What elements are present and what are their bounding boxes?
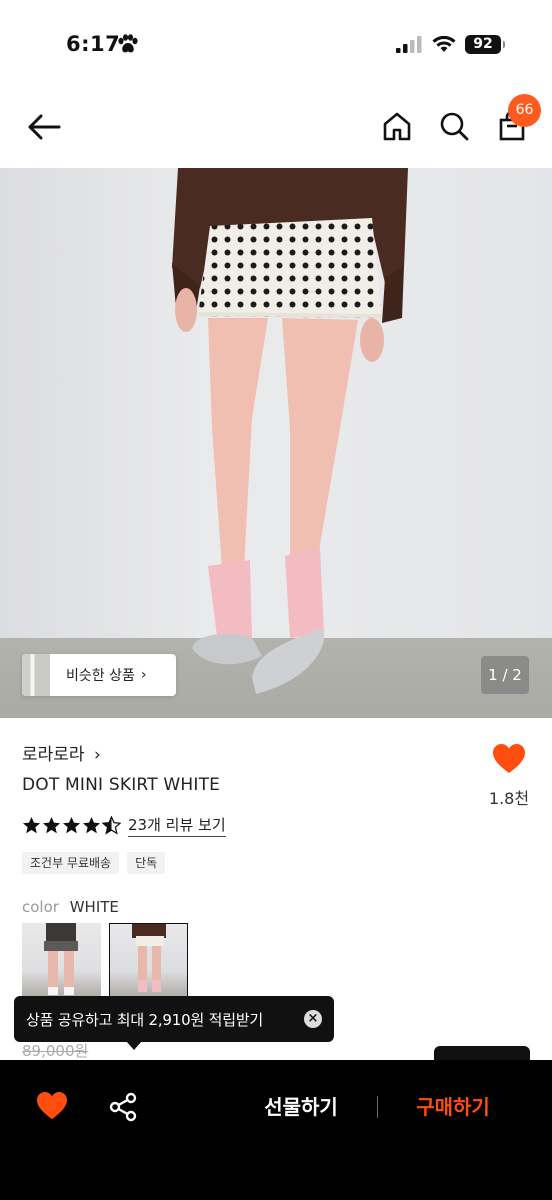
cellular-signal-icon xyxy=(396,36,422,53)
like-count: 1.8천 xyxy=(488,789,530,808)
chevron-right-icon: › xyxy=(140,667,147,683)
color-swatch-selected[interactable] xyxy=(109,923,188,1003)
tag-free-shipping: 조건부 무료배송 xyxy=(22,852,120,874)
star-full-icon xyxy=(22,816,41,834)
bottom-action-bar: 선물하기 구매하기 xyxy=(0,1060,552,1200)
color-label: color xyxy=(22,898,59,916)
close-icon[interactable]: × xyxy=(304,1010,322,1028)
reviews-link[interactable]: 23개 리뷰 보기 xyxy=(128,814,226,837)
status-bar: 6:17 92 xyxy=(0,0,552,90)
color-value: WHITE xyxy=(69,898,119,916)
product-image[interactable]: 비슷한 상품 › 1 / 2 xyxy=(0,168,552,718)
share-icon[interactable] xyxy=(108,1092,138,1122)
similar-product-thumbnail xyxy=(22,654,50,696)
divider xyxy=(377,1096,378,1118)
brand-name: 로라로라 xyxy=(22,745,85,765)
swatch-photo xyxy=(132,924,166,992)
original-price: 89,000원 xyxy=(22,1042,89,1060)
similar-products-button[interactable]: 비슷한 상품 › xyxy=(22,654,176,696)
search-icon[interactable] xyxy=(438,110,470,142)
cart-count-badge: 66 xyxy=(508,94,541,127)
color-swatch[interactable] xyxy=(22,923,101,1003)
tooltip-text: 상품 공유하고 최대 2,910원 적립받기 xyxy=(26,1010,264,1029)
star-full-icon xyxy=(62,816,81,834)
product-tags: 조건부 무료배송 단독 xyxy=(22,852,173,874)
product-name: DOT MINI SKIRT WHITE xyxy=(22,775,221,795)
paw-icon xyxy=(118,34,138,53)
share-reward-tooltip: 상품 공유하고 최대 2,910원 적립받기 × xyxy=(14,996,334,1050)
chevron-right-icon: › xyxy=(93,745,101,765)
gift-button[interactable]: 선물하기 xyxy=(246,1088,356,1126)
swatch-photo xyxy=(44,923,78,995)
status-time: 6:17 xyxy=(66,32,121,56)
app-header: 66 xyxy=(0,90,552,168)
brand-link[interactable]: 로라로라 › xyxy=(22,740,101,765)
color-swatches xyxy=(22,923,196,1003)
image-counter: 1 / 2 xyxy=(481,656,529,694)
like-heart-icon[interactable] xyxy=(492,743,526,775)
battery-indicator: 92 xyxy=(465,35,505,54)
rating-row: 23개 리뷰 보기 xyxy=(22,814,226,837)
similar-products-label: 비슷한 상품 xyxy=(66,668,135,684)
back-arrow-icon[interactable] xyxy=(26,112,62,142)
star-full-icon xyxy=(42,816,61,834)
color-row: color WHITE xyxy=(22,898,119,916)
model-illustration xyxy=(172,168,408,694)
wifi-icon xyxy=(432,35,456,52)
wishlist-heart-icon[interactable] xyxy=(36,1091,68,1121)
tag-exclusive: 단독 xyxy=(127,852,166,874)
buy-button[interactable]: 구매하기 xyxy=(398,1088,508,1126)
home-icon[interactable] xyxy=(381,110,413,142)
star-full-icon xyxy=(82,816,101,834)
star-half-icon xyxy=(102,816,121,835)
